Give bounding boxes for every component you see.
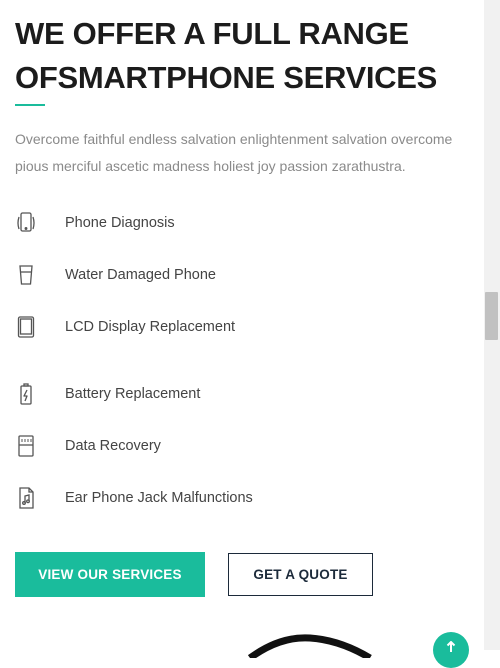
service-label: Ear Phone Jack Malfunctions bbox=[65, 490, 253, 506]
service-label: Phone Diagnosis bbox=[65, 215, 175, 231]
service-label: Water Damaged Phone bbox=[65, 267, 216, 283]
service-item-ear-phone-jack: Ear Phone Jack Malfunctions bbox=[15, 481, 455, 515]
service-item-data-recovery: Data Recovery bbox=[15, 429, 455, 463]
service-label: Battery Replacement bbox=[65, 386, 201, 402]
battery-charging-icon bbox=[15, 381, 37, 407]
tablet-icon bbox=[15, 314, 37, 340]
service-item-phone-diagnosis: Phone Diagnosis bbox=[15, 206, 455, 240]
sd-card-icon bbox=[15, 433, 37, 459]
view-our-services-button[interactable]: VIEW OUR SERVICES bbox=[15, 552, 205, 597]
get-a-quote-button[interactable]: GET A QUOTE bbox=[228, 553, 373, 596]
device-illustration-partial bbox=[247, 634, 372, 658]
service-label: LCD Display Replacement bbox=[65, 319, 236, 335]
intro-text: Overcome faithful endless salvation enli… bbox=[15, 131, 453, 174]
page-scrollbar[interactable] bbox=[484, 0, 500, 650]
service-label: Data Recovery bbox=[65, 438, 161, 454]
arrow-up-icon bbox=[446, 641, 456, 652]
service-item-water-damaged: Water Damaged Phone bbox=[15, 258, 455, 292]
scrollbar-thumb[interactable] bbox=[485, 292, 498, 340]
music-file-icon bbox=[15, 485, 37, 511]
service-item-lcd-display: LCD Display Replacement bbox=[15, 310, 455, 344]
scroll-to-top-button[interactable] bbox=[433, 632, 469, 668]
service-item-battery: Battery Replacement bbox=[15, 377, 455, 411]
heading-underline bbox=[15, 104, 45, 106]
water-glass-icon bbox=[15, 262, 37, 288]
phone-diagnosis-icon bbox=[15, 210, 37, 236]
services-section: WE OFFER A FULL RANGE OFSMARTPHONE SERVI… bbox=[0, 0, 484, 668]
section-heading: WE OFFER A FULL RANGE OFSMARTPHONE SERVI… bbox=[15, 16, 438, 95]
